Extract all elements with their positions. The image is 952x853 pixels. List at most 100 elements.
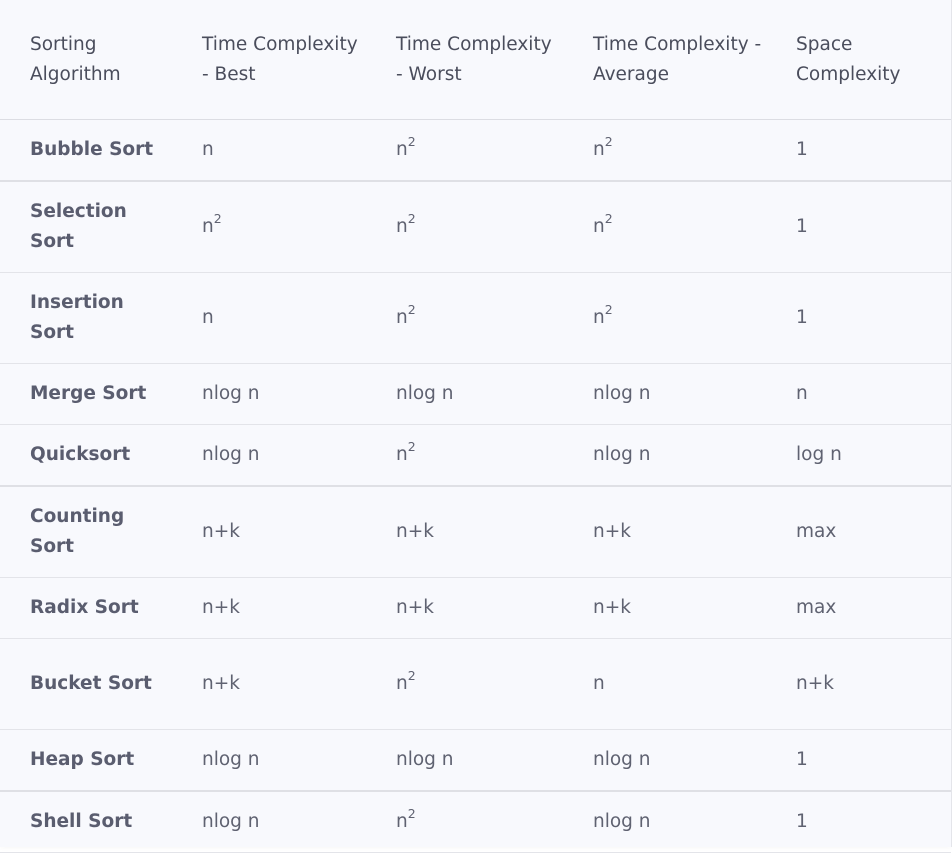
complexity-base: n [396,307,408,328]
table-row: Merge Sort nlog n nlog n nlog n n [0,363,951,425]
complexity-base: nlog n [202,383,260,404]
space-complexity-cell: max [766,486,951,578]
complexity-base: n [396,216,408,237]
time-best-cell: n+k [172,486,366,578]
time-best-cell: n [172,272,366,364]
complexity-exponent: 2 [407,133,416,149]
header-time-worst: Time Complexity - Worst [366,0,563,120]
complexity-base: n [396,811,408,832]
complexity-exponent: 2 [407,667,416,683]
complexity-base: n [396,673,408,694]
time-worst-cell: n2 [366,791,563,853]
complexity-base: n [396,444,408,465]
table-row: Selection Sort n2 n2 n2 1 [0,181,951,273]
complexity-table-container: Sorting Algorithm Time Complexity - Best… [0,0,952,853]
sorting-complexity-table: Sorting Algorithm Time Complexity - Best… [0,0,951,853]
time-worst-cell: nlog n [366,729,563,792]
time-worst-cell: n2 [366,424,563,487]
complexity-base: nlog n [396,749,454,770]
header-time-average: Time Complexity - Average [563,0,766,120]
time-average-cell: n2 [563,272,766,364]
complexity-base: n [202,139,214,160]
header-time-best: Time Complexity - Best [172,0,366,120]
complexity-base: n [593,307,605,328]
time-average-cell: n [563,638,766,730]
complexity-base: nlog n [593,444,651,465]
complexity-exponent: 2 [213,210,222,226]
complexity-base: n+k [396,521,434,542]
complexity-base: n [396,139,408,160]
space-complexity-cell: 1 [766,272,951,364]
complexity-base: n+k [202,521,240,542]
complexity-base: nlog n [396,383,454,404]
time-best-cell: nlog n [172,363,366,425]
complexity-base: nlog n [202,444,260,465]
complexity-base: nlog n [202,811,260,832]
algorithm-name: Heap Sort [0,729,172,792]
table-header: Sorting Algorithm Time Complexity - Best… [0,0,951,120]
complexity-base: n+k [593,521,631,542]
complexity-base: nlog n [593,749,651,770]
complexity-exponent: 2 [604,301,613,317]
space-complexity-cell: max [766,577,951,639]
time-best-cell: nlog n [172,729,366,792]
space-complexity-cell: log n [766,424,951,487]
space-complexity-cell: n+k [766,638,951,730]
time-best-cell: n+k [172,577,366,639]
table-row: Insertion Sort n n2 n2 1 [0,272,951,364]
complexity-base: nlog n [593,811,651,832]
table-row: Counting Sort n+k n+k n+k max [0,486,951,578]
complexity-exponent: 2 [407,301,416,317]
complexity-base: nlog n [593,383,651,404]
space-complexity-cell: 1 [766,181,951,273]
table-row: Quicksort nlog n n2 nlog n log n [0,424,951,487]
complexity-base: n [202,216,214,237]
space-complexity-cell: n [766,363,951,425]
table-body: Bubble Sort n n2 n2 1 Selection Sort n2 n2 n2 1 In… [0,119,951,853]
time-worst-cell: nlog n [366,363,563,425]
complexity-base: n [593,673,605,694]
time-average-cell: n+k [563,577,766,639]
complexity-base: n+k [396,597,434,618]
time-best-cell: n+k [172,638,366,730]
time-best-cell: nlog n [172,791,366,853]
space-complexity-cell: 1 [766,119,951,182]
complexity-exponent: 2 [604,133,613,149]
space-complexity-cell: 1 [766,791,951,853]
time-worst-cell: n2 [366,638,563,730]
algorithm-name: Quicksort [0,424,172,487]
complexity-base: nlog n [202,749,260,770]
complexity-base: n [202,307,214,328]
time-average-cell: nlog n [563,363,766,425]
algorithm-name: Selection Sort [0,181,172,273]
time-worst-cell: n2 [366,119,563,182]
algorithm-name: Shell Sort [0,791,172,853]
algorithm-name: Merge Sort [0,363,172,425]
table-row: Heap Sort nlog n nlog n nlog n 1 [0,729,951,792]
algorithm-name: Bucket Sort [0,638,172,730]
space-complexity-cell: 1 [766,729,951,792]
complexity-exponent: 2 [407,805,416,821]
time-worst-cell: n+k [366,577,563,639]
header-row: Sorting Algorithm Time Complexity - Best… [0,0,951,120]
complexity-base: n+k [202,597,240,618]
time-average-cell: n+k [563,486,766,578]
complexity-exponent: 2 [407,438,416,454]
time-best-cell: n [172,119,366,182]
complexity-exponent: 2 [407,210,416,226]
complexity-exponent: 2 [604,210,613,226]
complexity-base: n+k [202,673,240,694]
table-row: Bubble Sort n n2 n2 1 [0,119,951,182]
header-algorithm: Sorting Algorithm [0,0,172,120]
time-average-cell: nlog n [563,791,766,853]
header-space: Space Complexity [766,0,951,120]
time-best-cell: n2 [172,181,366,273]
time-worst-cell: n2 [366,181,563,273]
time-average-cell: n2 [563,181,766,273]
time-worst-cell: n2 [366,272,563,364]
table-row: Shell Sort nlog n n2 nlog n 1 [0,791,951,853]
algorithm-name: Radix Sort [0,577,172,639]
table-row: Bucket Sort n+k n2 n n+k [0,638,951,730]
complexity-base: n [593,216,605,237]
time-best-cell: nlog n [172,424,366,487]
